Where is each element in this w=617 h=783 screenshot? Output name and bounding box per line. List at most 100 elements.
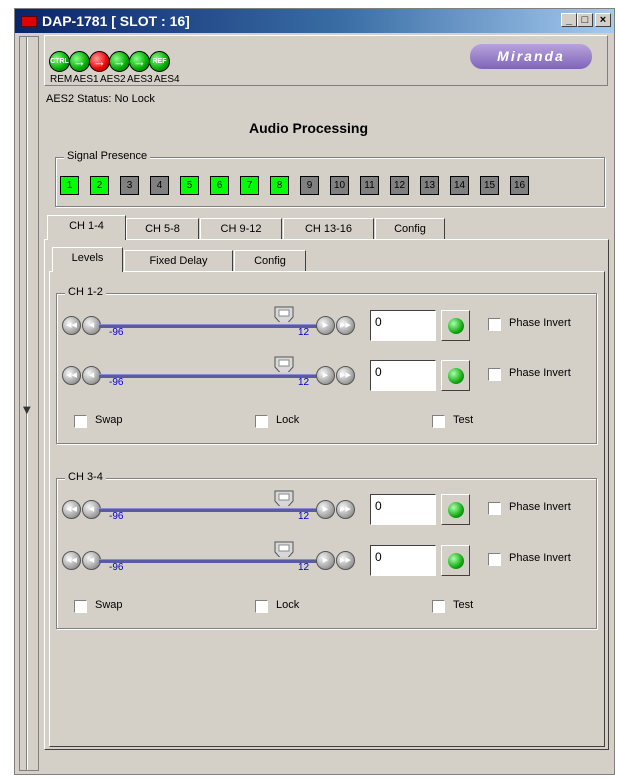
tab-ch-9-12[interactable]: CH 9-12 <box>200 218 282 240</box>
swap-checkbox[interactable] <box>74 415 87 428</box>
signal-indicator-5: 5 <box>180 176 199 195</box>
fast-increase-button[interactable]: ▶▶ <box>336 551 355 570</box>
collapse-arrow-icon[interactable]: ▼ <box>23 405 31 416</box>
signal-indicator-12: 12 <box>390 176 409 195</box>
level-value-field[interactable]: 0 <box>370 360 436 391</box>
signal-indicator-13: 13 <box>420 176 439 195</box>
test-label: Test <box>453 414 474 426</box>
slider-max-label: 12 <box>298 377 310 388</box>
slider-min-label: -96 <box>109 327 124 338</box>
aes1-indicator[interactable]: → <box>69 51 90 72</box>
lock-checkbox[interactable] <box>255 600 268 613</box>
miranda-logo: Miranda <box>470 44 592 69</box>
test-label: Test <box>453 599 474 611</box>
level-slider-track[interactable] <box>99 324 319 328</box>
speaker-icon <box>448 368 464 384</box>
increase-button[interactable]: ▶ <box>316 366 335 385</box>
arrow-right-icon: → <box>73 54 86 69</box>
level-value-field[interactable]: 0 <box>370 310 436 341</box>
rem-ctrl-indicator[interactable]: CTRL <box>49 51 70 72</box>
side-panel-divider <box>26 37 28 770</box>
slider-thumb[interactable] <box>274 541 294 557</box>
slider-thumb[interactable] <box>274 306 294 322</box>
lock-checkbox[interactable] <box>255 415 268 428</box>
slider-max-label: 12 <box>298 327 310 338</box>
speaker-icon <box>448 318 464 334</box>
fast-increase-button[interactable]: ▶▶ <box>336 316 355 335</box>
mute-button[interactable] <box>441 310 470 341</box>
level-slider-track[interactable] <box>99 559 319 563</box>
slider-min-label: -96 <box>109 562 124 573</box>
indicator-label: AES3 <box>127 74 153 85</box>
phase-invert-checkbox[interactable] <box>488 368 501 381</box>
increase-button[interactable]: ▶ <box>316 316 335 335</box>
speaker-icon <box>448 502 464 518</box>
signal-indicator-16: 16 <box>510 176 529 195</box>
tab-ch-13-16[interactable]: CH 13-16 <box>283 218 374 240</box>
swap-label: Swap <box>95 414 123 426</box>
signal-presence-label: Signal Presence <box>64 150 151 162</box>
swap-checkbox[interactable] <box>74 600 87 613</box>
slider-thumb[interactable] <box>274 490 294 506</box>
device-app-icon <box>21 16 37 27</box>
fast-decrease-button[interactable]: ◀◀ <box>62 366 81 385</box>
signal-indicator-15: 15 <box>480 176 499 195</box>
level-slider-track[interactable] <box>99 508 319 512</box>
signal-indicator-4: 4 <box>150 176 169 195</box>
indicator-label: AES1 <box>73 74 99 85</box>
indicator-text: CTRL <box>50 58 69 65</box>
fast-decrease-button[interactable]: ◀◀ <box>62 500 81 519</box>
close-button[interactable]: × <box>595 13 611 27</box>
minimize-button[interactable]: _ <box>561 13 577 27</box>
tab-config[interactable]: Config <box>375 218 445 240</box>
slider-max-label: 12 <box>298 511 310 522</box>
level-value-field[interactable]: 0 <box>370 494 436 525</box>
signal-indicator-3: 3 <box>120 176 139 195</box>
swap-label: Swap <box>95 599 123 611</box>
ref-indicator[interactable]: REF <box>149 51 170 72</box>
mute-button[interactable] <box>441 360 470 391</box>
slider-min-label: -96 <box>109 377 124 388</box>
signal-indicator-2: 2 <box>90 176 109 195</box>
lock-label: Lock <box>276 599 300 611</box>
aes4-indicator[interactable]: → <box>129 51 150 72</box>
group-label: CH 1-2 <box>65 286 106 298</box>
phase-invert-checkbox[interactable] <box>488 502 501 515</box>
test-checkbox[interactable] <box>432 600 445 613</box>
level-value-field[interactable]: 0 <box>370 545 436 576</box>
fast-increase-button[interactable]: ▶▶ <box>336 500 355 519</box>
maximize-button[interactable]: □ <box>577 13 593 27</box>
subtab-config[interactable]: Config <box>234 250 306 272</box>
fast-increase-button[interactable]: ▶▶ <box>336 366 355 385</box>
phase-invert-label: Phase Invert <box>509 317 571 329</box>
level-slider-track[interactable] <box>99 374 319 378</box>
increase-button[interactable]: ▶ <box>316 551 335 570</box>
tab-ch-5-8[interactable]: CH 5-8 <box>126 218 199 240</box>
signal-indicator-6: 6 <box>210 176 229 195</box>
aes3-indicator[interactable]: → <box>109 51 130 72</box>
title-bar[interactable]: DAP-1781 [ SLOT : 16] _ □ × <box>15 9 614 33</box>
fast-decrease-button[interactable]: ◀◀ <box>62 551 81 570</box>
phase-invert-checkbox[interactable] <box>488 318 501 331</box>
slider-thumb[interactable] <box>274 356 294 372</box>
phase-invert-checkbox[interactable] <box>488 553 501 566</box>
mute-button[interactable] <box>441 494 470 525</box>
tab-ch-1-4[interactable]: CH 1-4 <box>47 215 126 240</box>
phase-invert-label: Phase Invert <box>509 501 571 513</box>
fast-decrease-button[interactable]: ◀◀ <box>62 316 81 335</box>
slider-min-label: -96 <box>109 511 124 522</box>
arrow-right-icon: → <box>113 54 126 69</box>
signal-indicator-10: 10 <box>330 176 349 195</box>
subtab-levels[interactable]: Levels <box>52 247 123 272</box>
arrow-right-icon: → <box>93 54 106 69</box>
aes2-indicator[interactable]: → <box>89 51 110 72</box>
side-panel-strip: ▼ <box>19 36 39 771</box>
subtab-fixed-delay[interactable]: Fixed Delay <box>124 250 233 272</box>
test-checkbox[interactable] <box>432 415 445 428</box>
mute-button[interactable] <box>441 545 470 576</box>
increase-button[interactable]: ▶ <box>316 500 335 519</box>
arrow-right-icon: → <box>133 54 146 69</box>
page-title: Audio Processing <box>248 120 369 136</box>
signal-indicator-9: 9 <box>300 176 319 195</box>
lock-label: Lock <box>276 414 300 426</box>
